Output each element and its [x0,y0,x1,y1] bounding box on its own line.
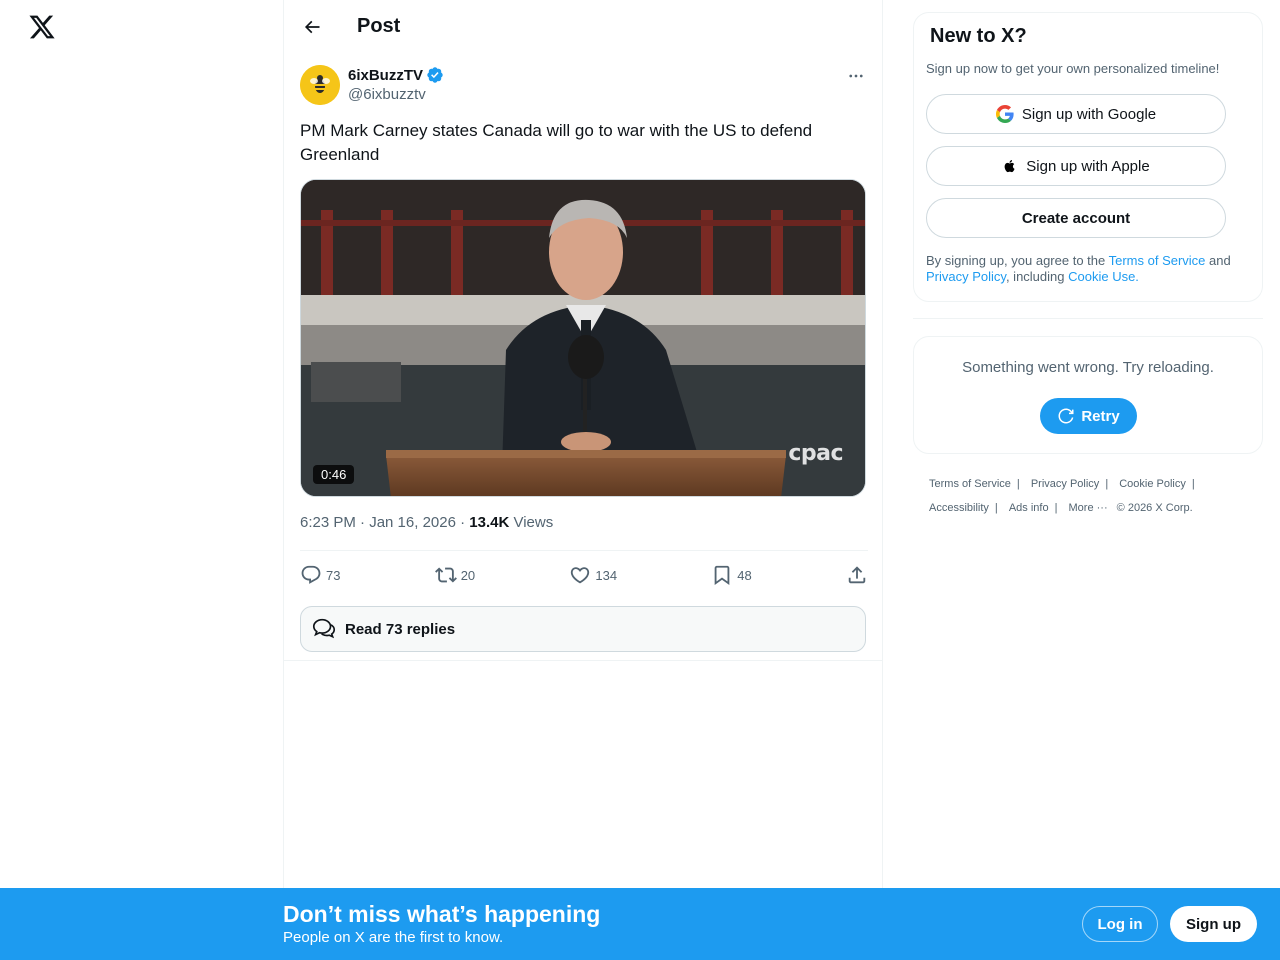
signup-google-button[interactable]: Sign up with Google [926,94,1226,134]
create-account-button[interactable]: Create account [926,198,1226,238]
google-logo-icon [995,105,1014,123]
bookmark-icon [714,565,730,586]
post-meta: 6:23 PM · Jan 16, 2026 · 13.4K Views [300,514,553,531]
video-duration: 0:46 [313,465,355,484]
share-button[interactable] [846,560,868,590]
signup-card: New to X? Sign up now to get your own pe… [913,12,1263,302]
bee-logo-icon [300,65,340,105]
error-message: Something went wrong. Try reloading. [962,359,1214,376]
footer-link[interactable]: Ads info [1009,496,1049,520]
footer-separator: | [1191,478,1195,490]
footer-link[interactable]: Terms of Service [929,472,1011,496]
avatar[interactable] [300,65,340,105]
bookmark-count: 48 [737,567,752,583]
bookmark-button[interactable]: 48 [711,560,752,590]
main-column: Post 6ixBuzzTV @6ixbuzztv PM Mark Carney… [283,0,883,960]
share-icon [848,566,866,584]
footer-link[interactable]: Privacy Policy [1031,472,1099,496]
page-title: Post [357,15,401,37]
reply-count: 73 [326,567,341,583]
more-options-button[interactable] [844,64,868,88]
footer-link[interactable]: Cookie Policy [1119,472,1186,496]
post-header: Post [284,0,882,53]
footer-separator: | [1105,478,1109,490]
repost-count: 20 [460,567,476,583]
signup-google-label: Sign up with Google [1021,105,1157,123]
retry-label: Retry [1081,407,1120,425]
author-display-name: 6ixBuzzTV [348,66,424,84]
post-author: 6ixBuzzTV @6ixbuzztv [300,64,868,108]
signup-terms: By signing up, you agree to the Terms of… [926,253,1252,285]
video-thumbnail [301,180,865,496]
error-card: Something went wrong. Try reloading. Ret… [913,336,1263,454]
signup-apple-label: Sign up with Apple [1026,157,1150,175]
signup-title: New to X? [930,25,1027,47]
post-actions: 73 20 134 48 [300,560,868,590]
signup-button[interactable]: Sign up [1170,906,1257,942]
heart-icon [571,567,590,584]
views-count: 13.4K [469,514,510,531]
banner-subtitle: People on X are the first to know. [283,929,504,946]
terms-of-service-link[interactable]: Terms of Service [1109,253,1206,268]
like-button[interactable]: 134 [569,560,617,590]
refresh-icon [1058,408,1074,424]
apple-logo-icon [1004,159,1015,173]
repost-button[interactable]: 20 [434,560,476,590]
terms-including: , including [1005,269,1069,284]
post-text: PM Mark Carney states Canada will go to … [300,121,813,164]
meta-separator: · [455,514,470,531]
repost-icon [434,567,457,583]
terms-prefix: By signing up, you agree to the [926,253,1109,268]
video-watermark: cpac [788,441,843,466]
footer-copyright: © 2026 X Corp. [1116,502,1193,514]
post-timestamp[interactable]: 6:23 PM · Jan 16, 2026 [300,514,456,531]
video-player[interactable]: 0:46 cpac [300,179,866,497]
cookie-use-link[interactable]: Cookie Use. [1068,269,1139,284]
login-button[interactable]: Log in [1082,906,1158,942]
divider [300,550,868,551]
speech-bubbles-icon [312,618,336,639]
reply-button[interactable]: 73 [300,560,340,590]
left-nav [0,0,284,960]
footer-links: Terms of Service | Privacy Policy | Cookie… [929,472,1249,520]
footer-link[interactable]: Accessibility [929,496,989,520]
login-banner: Don’t miss what’s happening People on X … [0,888,1280,960]
author-name[interactable]: 6ixBuzzTV [348,66,444,84]
footer-more-link[interactable]: More ··· [1069,496,1108,520]
like-count: 134 [595,567,618,583]
retry-button[interactable]: Retry [1040,398,1137,434]
footer-separator: | [1016,478,1020,490]
footer-separator: | [994,502,998,514]
footer-separator: | [1054,502,1058,514]
divider [284,660,882,661]
author-handle[interactable]: @6ixbuzztv [348,86,426,103]
read-replies-button[interactable]: Read 73 replies [300,606,866,652]
privacy-policy-link[interactable]: Privacy Policy [926,269,1006,284]
divider [913,318,1263,319]
read-replies-label: Read 73 replies [345,620,456,638]
back-button[interactable] [298,13,326,41]
more-dots-icon [849,74,863,78]
terms-and: and [1205,253,1231,268]
signup-apple-button[interactable]: Sign up with Apple [926,146,1226,186]
arrow-left-icon [304,20,320,34]
signup-subtitle: Sign up now to get your own personalized… [926,61,1220,76]
x-logo-icon[interactable] [28,13,56,41]
banner-title: Don’t miss what’s happening [283,901,601,927]
verified-badge-icon [427,67,443,83]
views-label: Views [513,514,554,531]
reply-icon [301,565,321,584]
